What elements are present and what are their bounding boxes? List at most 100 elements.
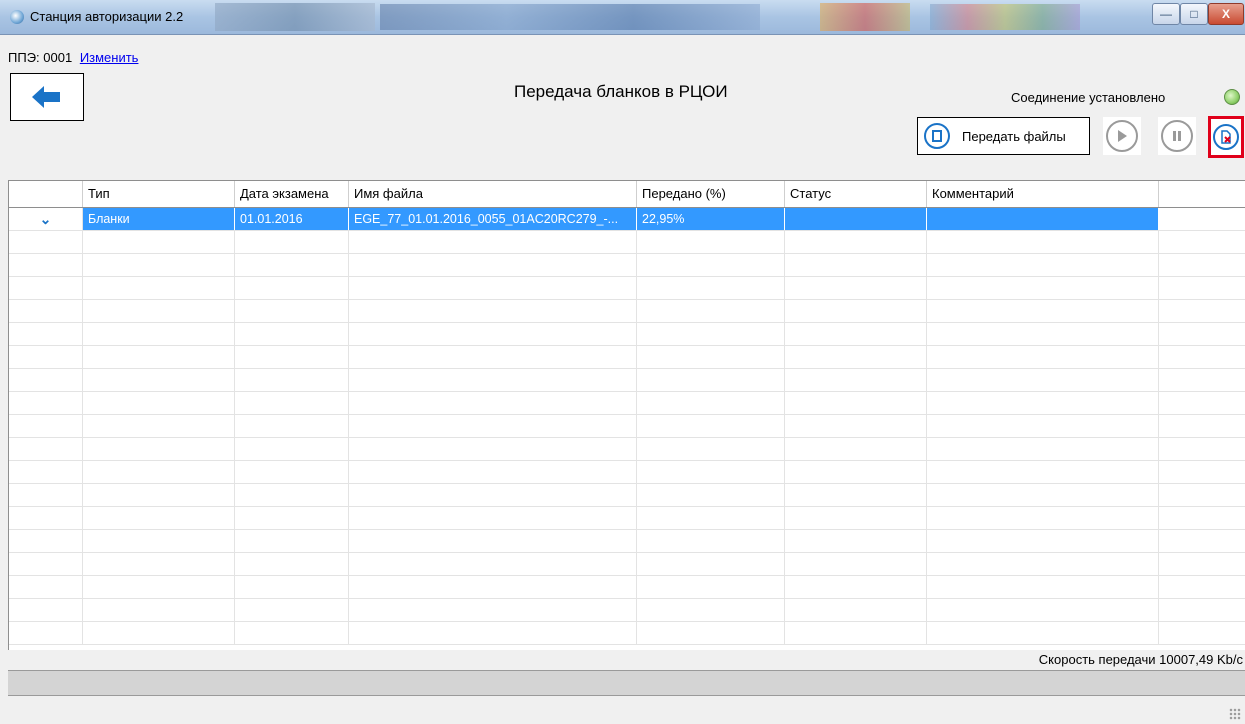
app-icon xyxy=(10,10,24,24)
header-type[interactable]: Тип xyxy=(83,181,235,207)
empty-cell xyxy=(235,300,349,322)
resize-grip-icon[interactable] xyxy=(1229,708,1241,720)
empty-cell xyxy=(1159,392,1245,414)
empty-cell xyxy=(9,622,83,644)
send-files-button[interactable]: Передать файлы xyxy=(917,117,1090,155)
header-filler xyxy=(1159,181,1245,207)
header-status[interactable]: Статус xyxy=(785,181,927,207)
empty-cell xyxy=(83,369,235,391)
empty-cell xyxy=(785,346,927,368)
background-blur xyxy=(380,4,760,30)
play-button[interactable] xyxy=(1103,117,1141,155)
cell-transferred: 22,95% xyxy=(637,208,785,230)
header-comment[interactable]: Комментарий xyxy=(927,181,1159,207)
empty-cell xyxy=(83,438,235,460)
empty-cell xyxy=(83,415,235,437)
pause-button[interactable] xyxy=(1158,117,1196,155)
empty-cell xyxy=(235,323,349,345)
empty-cell xyxy=(83,346,235,368)
back-button[interactable] xyxy=(10,73,84,121)
empty-cell xyxy=(83,599,235,621)
empty-cell xyxy=(235,277,349,299)
connection-status: Соединение установлено xyxy=(1011,90,1166,105)
empty-cell xyxy=(349,530,637,552)
header-expand xyxy=(9,181,83,207)
ppe-line: ППЭ: 0001 Изменить xyxy=(8,50,138,65)
change-link[interactable]: Изменить xyxy=(80,50,139,65)
empty-cell xyxy=(349,346,637,368)
empty-cell xyxy=(637,530,785,552)
maximize-button[interactable]: □ xyxy=(1180,3,1208,25)
empty-cell xyxy=(235,484,349,506)
empty-cell xyxy=(349,576,637,598)
cancel-file-icon xyxy=(1213,124,1239,150)
empty-cell xyxy=(9,254,83,276)
empty-cell xyxy=(927,530,1159,552)
empty-cell xyxy=(235,369,349,391)
empty-cell xyxy=(1159,323,1245,345)
empty-cell xyxy=(927,392,1159,414)
empty-cell xyxy=(83,576,235,598)
empty-cell xyxy=(927,277,1159,299)
empty-cell xyxy=(9,415,83,437)
empty-cell xyxy=(1159,484,1245,506)
empty-row xyxy=(9,415,1245,438)
window-title: Станция авторизации 2.2 xyxy=(30,9,184,24)
table-row[interactable]: ⌄ Бланки 01.01.2016 EGE_77_01.01.2016_00… xyxy=(9,208,1245,231)
empty-cell xyxy=(1159,507,1245,529)
empty-cell xyxy=(83,392,235,414)
table-header: Тип Дата экзамена Имя файла Передано (%)… xyxy=(9,181,1245,208)
header-exam-date[interactable]: Дата экзамена xyxy=(235,181,349,207)
empty-cell xyxy=(9,231,83,253)
empty-cell xyxy=(1159,553,1245,575)
empty-row xyxy=(9,231,1245,254)
cell-status xyxy=(785,208,927,230)
cancel-transfer-button[interactable] xyxy=(1208,116,1244,158)
empty-cell xyxy=(927,599,1159,621)
empty-cell xyxy=(927,622,1159,644)
empty-cell xyxy=(1159,599,1245,621)
empty-cell xyxy=(785,461,927,483)
empty-cell xyxy=(349,484,637,506)
empty-row xyxy=(9,438,1245,461)
empty-row xyxy=(9,323,1245,346)
empty-cell xyxy=(785,599,927,621)
empty-cell xyxy=(785,392,927,414)
empty-cell xyxy=(927,346,1159,368)
title-bar: Станция авторизации 2.2 — □ X xyxy=(0,0,1245,35)
empty-cell xyxy=(349,300,637,322)
empty-cell xyxy=(9,576,83,598)
empty-row xyxy=(9,599,1245,622)
empty-cell xyxy=(349,323,637,345)
empty-cell xyxy=(927,438,1159,460)
empty-cell xyxy=(637,599,785,621)
empty-cell xyxy=(1159,415,1245,437)
empty-cell xyxy=(637,461,785,483)
empty-cell xyxy=(637,507,785,529)
empty-cell xyxy=(1159,530,1245,552)
progress-strip xyxy=(8,670,1245,696)
empty-cell xyxy=(785,323,927,345)
empty-cell xyxy=(637,323,785,345)
header-filename[interactable]: Имя файла xyxy=(349,181,637,207)
empty-cell xyxy=(83,300,235,322)
empty-cell xyxy=(83,231,235,253)
empty-cell xyxy=(637,231,785,253)
empty-cell xyxy=(785,438,927,460)
empty-row xyxy=(9,369,1245,392)
expand-chevron-icon[interactable]: ⌄ xyxy=(9,208,83,230)
empty-row xyxy=(9,622,1245,645)
empty-cell xyxy=(349,438,637,460)
empty-cell xyxy=(349,277,637,299)
empty-cell xyxy=(349,553,637,575)
cell-exam-date: 01.01.2016 xyxy=(235,208,349,230)
empty-cell xyxy=(9,323,83,345)
empty-cell xyxy=(637,346,785,368)
transfer-speed: Скорость передачи 10007,49 Kb/c xyxy=(1038,652,1243,667)
empty-cell xyxy=(637,392,785,414)
empty-cell xyxy=(235,415,349,437)
close-button[interactable]: X xyxy=(1208,3,1244,25)
minimize-button[interactable]: — xyxy=(1152,3,1180,25)
header-transferred[interactable]: Передано (%) xyxy=(637,181,785,207)
empty-cell xyxy=(1159,231,1245,253)
